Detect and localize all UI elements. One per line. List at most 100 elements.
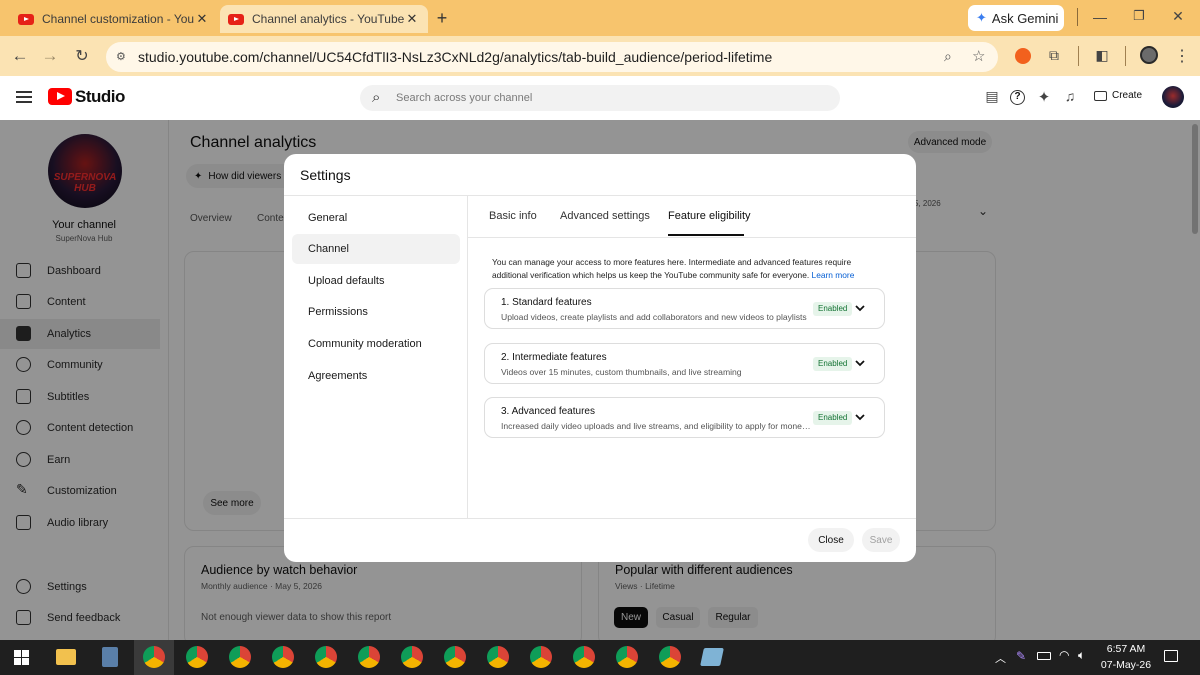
create-button[interactable]: Create xyxy=(1094,90,1142,101)
youtube-logo-icon[interactable] xyxy=(48,88,72,105)
chrome-app-icon[interactable] xyxy=(530,646,552,668)
chrome-app-icon[interactable] xyxy=(573,646,595,668)
intermediate-features-row[interactable]: 2. Intermediate features Videos over 15 … xyxy=(484,343,885,384)
settings-nav-channel[interactable]: Channel xyxy=(292,234,460,264)
hamburger-menu-icon[interactable] xyxy=(16,91,32,103)
chrome-app-icon[interactable] xyxy=(272,646,294,668)
address-bar[interactable]: ⚙ studio.youtube.com/channel/UC54CfdTlI3… xyxy=(106,42,998,72)
advanced-features-row[interactable]: 3. Advanced features Increased daily vid… xyxy=(484,397,885,438)
gemini-sparkle-icon: ✦ xyxy=(976,10,987,25)
youtube-favicon-icon xyxy=(18,13,34,25)
clock-time[interactable]: 6:57 AM xyxy=(1098,643,1154,655)
url-text: studio.youtube.com/channel/UC54CfdTlI3-N… xyxy=(138,49,773,65)
chrome-app-icon[interactable] xyxy=(444,646,466,668)
help-icon[interactable]: ? xyxy=(1010,90,1025,105)
status-badge: Enabled xyxy=(813,411,853,425)
youtube-favicon-icon xyxy=(228,13,244,25)
chevron-down-icon[interactable] xyxy=(854,302,866,314)
browser-tab-channel-customization[interactable]: Channel customization - YouTu ✕ xyxy=(10,5,218,33)
save-button[interactable]: Save xyxy=(862,528,900,552)
standard-features-row[interactable]: 1. Standard features Upload videos, crea… xyxy=(484,288,885,329)
settings-dialog: Settings General Channel Upload defaults… xyxy=(284,154,916,562)
side-panel-icon[interactable]: ◧ xyxy=(1090,47,1114,64)
divider xyxy=(1078,46,1079,66)
feature-title: 1. Standard features xyxy=(501,297,592,308)
divider xyxy=(1125,46,1126,66)
divider xyxy=(284,518,916,519)
feature-title: 2. Intermediate features xyxy=(501,352,607,363)
close-window-icon[interactable]: ✕ xyxy=(1166,8,1190,25)
chrome-app-icon[interactable] xyxy=(229,646,251,668)
close-button[interactable]: Close xyxy=(808,528,854,552)
extensions-puzzle-icon[interactable]: ⧉ xyxy=(1042,47,1066,64)
calculator-icon[interactable] xyxy=(102,647,118,667)
caption-icon[interactable]: ▤ xyxy=(980,88,1004,105)
chrome-app-icon[interactable] xyxy=(186,646,208,668)
learn-more-link[interactable]: Learn more xyxy=(812,270,855,280)
tab-feature-eligibility[interactable]: Feature eligibility xyxy=(668,210,751,222)
settings-nav-permissions[interactable]: Permissions xyxy=(292,297,460,327)
close-tab-icon[interactable]: ✕ xyxy=(194,11,210,27)
chevron-down-icon[interactable] xyxy=(854,357,866,369)
site-info-icon[interactable]: ⚙ xyxy=(116,50,126,63)
feature-description: Videos over 15 minutes, custom thumbnail… xyxy=(501,367,742,377)
settings-nav-community-moderation[interactable]: Community moderation xyxy=(292,329,460,359)
ask-gemini-label: Ask Gemini xyxy=(991,10,1059,26)
back-arrow-icon[interactable]: ← xyxy=(8,46,32,66)
feature-description: Upload videos, create playlists and add … xyxy=(501,312,807,322)
active-tab-indicator xyxy=(668,234,744,236)
video-plus-icon xyxy=(1094,90,1107,101)
forward-arrow-icon[interactable]: → xyxy=(38,46,62,66)
tab-title: Channel analytics - YouTube St xyxy=(252,12,404,26)
status-badge: Enabled xyxy=(813,302,853,316)
browser-menu-icon[interactable]: ⋮ xyxy=(1170,46,1194,66)
divider xyxy=(1077,8,1078,26)
chrome-app-icon[interactable] xyxy=(487,646,509,668)
tray-chevron-up-icon[interactable]: ︿ xyxy=(995,650,1006,666)
zoom-search-icon[interactable]: ⌕ xyxy=(944,48,952,65)
close-tab-icon[interactable]: ✕ xyxy=(404,11,420,27)
reload-icon[interactable]: ↻ xyxy=(70,46,94,66)
restore-window-icon[interactable]: ❐ xyxy=(1127,8,1151,24)
dialog-title: Settings xyxy=(300,167,351,183)
chrome-app-icon[interactable] xyxy=(401,646,423,668)
notification-center-icon[interactable] xyxy=(1164,650,1178,662)
account-avatar[interactable] xyxy=(1162,86,1184,108)
pen-icon[interactable]: ✎ xyxy=(1016,649,1026,663)
notifications-bell-icon[interactable]: ♫ xyxy=(1058,88,1082,104)
wifi-icon[interactable]: ◠ xyxy=(1059,648,1069,662)
battery-icon[interactable] xyxy=(1037,652,1051,660)
file-explorer-icon[interactable] xyxy=(56,649,76,665)
divider xyxy=(467,195,468,518)
settings-nav-upload-defaults[interactable]: Upload defaults xyxy=(292,266,460,296)
channel-search-input[interactable]: ⌕ Search across your channel xyxy=(360,85,840,111)
bookmark-star-icon[interactable]: ☆ xyxy=(972,47,985,65)
chrome-app-icon[interactable] xyxy=(143,646,165,668)
tab-advanced-settings[interactable]: Advanced settings xyxy=(560,210,650,222)
settings-nav-agreements[interactable]: Agreements xyxy=(292,361,460,391)
chrome-app-icon[interactable] xyxy=(659,646,681,668)
browser-tab-channel-analytics[interactable]: Channel analytics - YouTube St ✕ xyxy=(220,5,428,33)
notes-app-icon[interactable] xyxy=(700,648,724,666)
divider xyxy=(468,237,916,238)
settings-nav-general[interactable]: General xyxy=(292,203,460,233)
chevron-down-icon[interactable] xyxy=(854,411,866,423)
chrome-app-icon[interactable] xyxy=(315,646,337,668)
feature-description: Increased daily video uploads and live s… xyxy=(501,421,811,431)
volume-icon[interactable]: 🔈︎ xyxy=(1078,648,1085,663)
feature-title: 3. Advanced features xyxy=(501,406,595,417)
new-tab-button[interactable]: + xyxy=(432,8,452,28)
profile-avatar[interactable] xyxy=(1140,46,1158,64)
chrome-app-icon[interactable] xyxy=(616,646,638,668)
chrome-app-icon[interactable] xyxy=(358,646,380,668)
clock-date[interactable]: 07-May-26 xyxy=(1098,659,1154,671)
feature-eligibility-intro: You can manage your access to more featu… xyxy=(492,256,872,282)
search-placeholder: Search across your channel xyxy=(396,92,533,104)
sparkle-icon[interactable]: ✦ xyxy=(1032,88,1056,106)
minimize-window-icon[interactable]: — xyxy=(1088,9,1112,25)
windows-start-icon[interactable] xyxy=(14,650,29,665)
search-icon: ⌕ xyxy=(372,89,381,106)
brave-extension-icon[interactable] xyxy=(1015,48,1031,64)
ask-gemini-button[interactable]: ✦ Ask Gemini xyxy=(968,5,1064,31)
tab-basic-info[interactable]: Basic info xyxy=(489,210,537,222)
